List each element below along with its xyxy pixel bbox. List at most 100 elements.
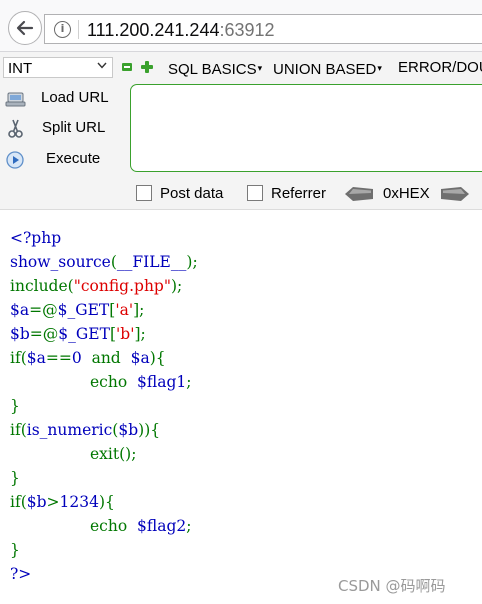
checkbox-box[interactable] (136, 185, 152, 201)
code-token: ); (170, 277, 183, 295)
code-token: 1234 (59, 493, 99, 511)
code-line: echo $flag1; (10, 370, 198, 394)
watermark: CSDN @码啊码 (338, 577, 446, 595)
code-line: $b=@$_GET['b']; (10, 322, 198, 346)
execute-label: Execute (46, 150, 101, 167)
code-token: ){ (149, 349, 166, 367)
code-token: exit (90, 445, 120, 463)
back-arrow-icon (16, 20, 34, 36)
menu-error-double[interactable]: ERROR/DOU (398, 59, 482, 77)
url-separator (78, 20, 79, 39)
code-token: $b (118, 421, 139, 439)
checkbox-box[interactable] (247, 185, 263, 201)
execute-button[interactable]: Execute (0, 146, 126, 174)
php-close-tag: ?> (10, 565, 32, 583)
url-host: 111.200.241.244 (87, 20, 220, 40)
code-token: echo (90, 373, 138, 391)
code-token: ); (186, 253, 198, 271)
code-token: if( (10, 421, 27, 439)
load-url-label: Load URL (41, 89, 109, 106)
injection-type-select[interactable]: INT (3, 57, 113, 78)
url-text[interactable]: 111.200.241.244:63912 (87, 19, 275, 41)
code-token: $flag2 (137, 517, 187, 535)
code-token: 0 (71, 349, 82, 367)
code-token: ; (186, 373, 192, 391)
dropdown-arrow-icon: ▾ (377, 63, 382, 73)
decrease-icon[interactable] (122, 63, 132, 71)
code-token: } (10, 469, 20, 487)
split-url-button[interactable]: Split URL (0, 115, 126, 143)
load-url-button[interactable]: Load URL (0, 85, 126, 113)
split-url-label: Split URL (42, 119, 106, 136)
code-token: } (10, 541, 20, 559)
code-token: $a (26, 349, 46, 367)
url-port: :63912 (219, 20, 275, 40)
code-line: <?php (10, 226, 198, 250)
hex-label: 0xHEX (383, 185, 430, 202)
code-token: $a (130, 349, 150, 367)
code-token: 'a' (115, 301, 134, 319)
code-token: =@ (29, 325, 59, 343)
code-token: =@ (29, 301, 58, 319)
referrer-label: Referrer (271, 185, 327, 202)
menu-union-based[interactable]: UNION BASED▾ (273, 59, 382, 79)
code-token: $b (10, 325, 30, 343)
code-token: $_GET (58, 325, 110, 343)
code-token: and (81, 349, 131, 367)
chevron-down-icon (97, 62, 107, 69)
address-bar: i 111.200.241.244:63912 (0, 0, 482, 52)
info-icon[interactable]: i (54, 21, 71, 38)
code-line: if($a==0 and $a){ (10, 346, 198, 370)
code-token: $_GET (57, 301, 110, 319)
post-data-label: Post data (160, 185, 224, 202)
code-token: is_numeric (26, 421, 113, 439)
code-token: ]; (134, 325, 146, 343)
menu-error-double-label: ERROR/DOU (398, 59, 482, 76)
url-textarea[interactable] (130, 84, 482, 172)
code-line: exit(); (10, 442, 198, 466)
code-line: ?> (10, 562, 198, 586)
php-open-tag: <?php (10, 229, 62, 247)
code-token: ]; (133, 301, 145, 319)
code-token: ){ (99, 493, 115, 511)
select-value: INT (8, 60, 33, 77)
code-token: if( (10, 349, 27, 367)
back-button[interactable] (8, 11, 42, 45)
code-token: "config.php" (73, 277, 171, 295)
scissors-icon (8, 119, 23, 138)
code-line: if($b>1234){ (10, 490, 198, 514)
dropdown-arrow-icon: ▾ (257, 63, 263, 73)
code-line: } (10, 466, 198, 490)
menu-sql-basics[interactable]: SQL BASICS▾ (168, 59, 262, 79)
code-token: $b (26, 493, 47, 511)
code-token: } (10, 397, 20, 415)
code-line: } (10, 394, 198, 418)
code-line: $a=@$_GET['a']; (10, 298, 198, 322)
menu-union-based-label: UNION BASED (273, 61, 377, 78)
php-source-listing: <?php show_source(__FILE__); include("co… (10, 226, 198, 586)
code-token: == (45, 349, 72, 367)
code-token: __FILE__ (116, 253, 187, 271)
code-line: echo $flag2; (10, 514, 198, 538)
code-token: ; (186, 517, 192, 535)
code-token: )){ (138, 421, 161, 439)
code-line: include("config.php"); (10, 274, 198, 298)
code-token: include( (10, 277, 74, 295)
code-line: show_source(__FILE__); (10, 250, 198, 274)
hackbar-panel: INT SQL BASICS▾ UNION BASED▾ ERROR/DOU L… (0, 52, 482, 210)
increase-icon[interactable] (141, 61, 153, 73)
menu-sql-basics-label: SQL BASICS (168, 61, 257, 78)
hex-encode-arrow-icon[interactable] (440, 186, 470, 202)
code-line: } (10, 538, 198, 562)
code-token: (); (119, 445, 137, 463)
url-field[interactable]: i 111.200.241.244:63912 (44, 14, 482, 44)
play-icon (6, 151, 24, 169)
hex-decode-arrow-icon[interactable] (344, 186, 374, 202)
code-token: $a (10, 301, 30, 319)
code-token: show_source (10, 253, 111, 271)
code-line: if(is_numeric($b)){ (10, 418, 198, 442)
code-token: if( (10, 493, 27, 511)
code-token: echo (90, 517, 138, 535)
code-token: 'b' (116, 325, 135, 343)
code-token: $flag1 (137, 373, 187, 391)
